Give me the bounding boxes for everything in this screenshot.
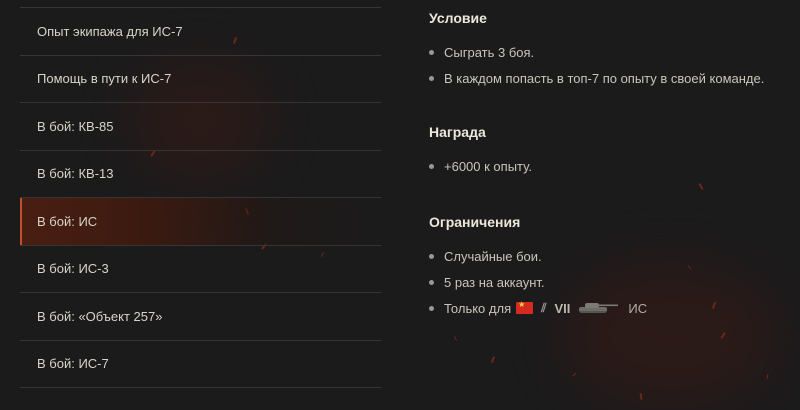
mission-label: В бой: ИС-7 — [37, 356, 109, 372]
mission-item[interactable]: В бой: КВ-13 — [20, 151, 381, 198]
vehicle-prefix: Только для — [444, 300, 512, 316]
conditions-title: Условие — [429, 10, 487, 26]
condition-text: В каждом попасть в топ-7 по опыту в свое… — [444, 70, 765, 86]
ussr-flag-icon — [516, 300, 534, 314]
mission-item[interactable]: В бой: ИС-3 — [20, 246, 381, 293]
list-item: +6000 к опыту. — [429, 153, 532, 179]
mission-item[interactable]: Опыт экипажа для ИС-7 — [20, 8, 381, 56]
mission-label: В бой: КВ-13 — [37, 166, 114, 182]
limits-list: Случайные бои. 5 раз на аккаунт. Только … — [429, 243, 647, 321]
bullet-dot-icon — [429, 305, 434, 311]
mission-label: В бой: ИС-3 — [37, 261, 109, 277]
tier-label: VII — [554, 300, 571, 316]
reward-title: Награда — [429, 124, 486, 140]
bullet-dot-icon — [429, 163, 434, 169]
mission-label: Помощь в пути к ИС-7 — [37, 71, 172, 87]
conditions-section: Условие Сыграть 3 боя. В каждом попасть … — [429, 10, 764, 91]
mission-item[interactable]: В бой: ИС — [20, 198, 381, 246]
reward-section: Награда +6000 к опыту. — [429, 124, 532, 179]
bullet-dot-icon — [429, 75, 434, 81]
vehicle-restriction: Только для ⫽ VII ИС — [429, 295, 647, 321]
conditions-list: Сыграть 3 боя. В каждом попасть в топ-7 … — [429, 39, 764, 91]
limits-title: Ограничения — [429, 214, 521, 230]
list-item: 5 раз на аккаунт. — [429, 269, 647, 295]
mission-item[interactable]: В бой: КВ-85 — [20, 103, 381, 151]
heavy-tank-icon: ⫽ — [541, 300, 547, 315]
bullet-dot-icon — [429, 279, 434, 285]
list-item: В каждом попасть в топ-7 по опыту в свое… — [429, 65, 764, 91]
reward-text: +6000 к опыту. — [444, 158, 532, 174]
mission-item[interactable]: В бой: ИС-7 — [20, 341, 381, 388]
list-item: Случайные бои. — [429, 243, 647, 269]
mission-label: Опыт экипажа для ИС-7 — [37, 23, 183, 39]
mission-label: В бой: ИС — [37, 213, 98, 229]
list-item: Сыграть 3 боя. — [429, 39, 764, 65]
mission-label: В бой: «Объект 257» — [37, 308, 163, 324]
tank-silhouette-icon — [576, 299, 620, 318]
mission-item[interactable]: Помощь в пути к ИС-7 — [20, 56, 381, 103]
bullet-dot-icon — [429, 49, 434, 55]
limit-text: Случайные бои. — [444, 248, 542, 264]
limit-text: 5 раз на аккаунт. — [444, 274, 545, 290]
mission-list: Опыт экипажа для ИС-7 Помощь в пути к ИС-… — [20, 7, 381, 388]
tank-name: ИС — [628, 300, 648, 316]
condition-text: Сыграть 3 боя. — [444, 44, 535, 60]
limits-section: Ограничения Случайные бои. 5 раз на акка… — [429, 214, 647, 321]
reward-list: +6000 к опыту. — [429, 153, 532, 179]
mission-label: В бой: КВ-85 — [37, 118, 114, 134]
mission-item[interactable]: В бой: «Объект 257» — [20, 293, 381, 341]
bullet-dot-icon — [429, 253, 434, 259]
